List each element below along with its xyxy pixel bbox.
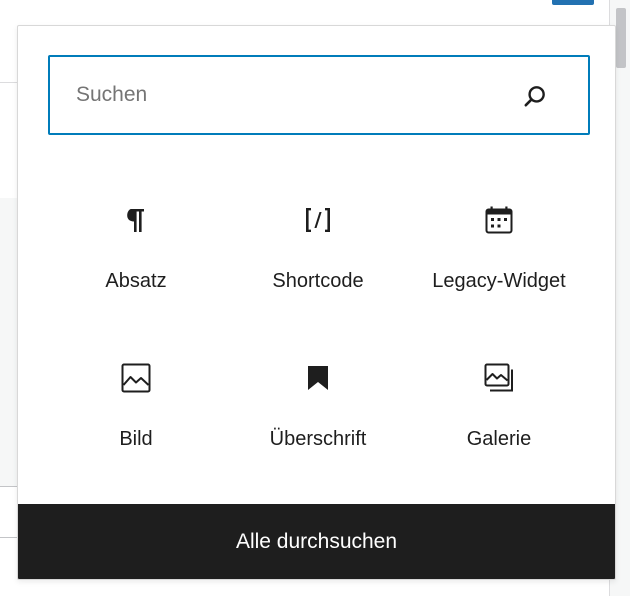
calendar-icon [485,206,513,234]
publish-button-edge[interactable] [552,0,594,5]
gallery-icon [484,363,513,392]
scrollbar-thumb[interactable] [616,8,626,68]
search-icon [524,86,545,107]
editor-background: Absatz Shortcode [0,0,630,596]
search-box [48,55,590,135]
block-gallery[interactable]: Galerie [409,334,589,474]
block-image[interactable]: Bild [46,334,226,474]
block-label: Galerie [466,428,532,450]
image-icon [121,363,151,393]
browse-all-button[interactable]: Alle durchsuchen [18,504,615,579]
block-label: Bild [119,428,153,450]
block-shortcode[interactable]: Shortcode [228,176,408,316]
block-label: Überschrift [269,428,367,450]
block-heading[interactable]: Überschrift [228,334,408,474]
search-input[interactable] [50,57,510,133]
block-legacy-widget[interactable]: Legacy-Widget [409,176,589,316]
paragraph-icon [127,209,144,232]
block-label: Legacy-Widget [432,270,566,292]
block-label: Shortcode [272,270,364,292]
block-paragraph[interactable]: Absatz [46,176,226,316]
block-inserter-popover: Absatz Shortcode [17,25,616,580]
block-label: Absatz [105,270,167,292]
shortcode-icon [306,208,330,232]
bookmark-icon [308,366,328,390]
